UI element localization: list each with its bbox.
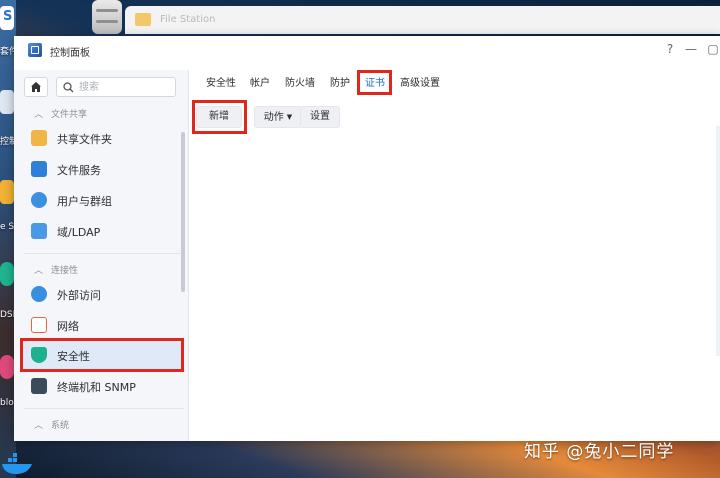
sidebar-item-network[interactable]: 网络 bbox=[20, 310, 182, 340]
sidebar-scrollbar[interactable] bbox=[181, 132, 185, 292]
dsm-app-icon[interactable] bbox=[0, 262, 14, 286]
control-panel-desktop-icon[interactable] bbox=[0, 90, 14, 114]
section-label: 连接性 bbox=[51, 266, 79, 276]
home-button[interactable] bbox=[24, 77, 48, 97]
settings-button[interactable]: 设置 bbox=[300, 106, 340, 128]
sidebar-item-label: 安全性 bbox=[57, 350, 90, 363]
sidebar-item-label: 共享文件夹 bbox=[57, 133, 112, 146]
sidebar-item-label: 终端机和 SNMP bbox=[57, 381, 136, 394]
tab-security[interactable]: 安全性 bbox=[206, 74, 236, 89]
search-box[interactable] bbox=[56, 77, 176, 97]
chevron-up-icon: ︿ bbox=[34, 421, 44, 431]
maximize-button[interactable]: ▢ bbox=[706, 42, 720, 56]
chevron-up-icon: ︿ bbox=[34, 266, 44, 276]
section-divider bbox=[24, 253, 184, 254]
tab-firewall[interactable]: 防火墙 bbox=[285, 74, 315, 89]
docker-whale-icon bbox=[2, 453, 32, 474]
file-services-icon bbox=[31, 161, 47, 177]
file-station-title: File Station bbox=[160, 14, 216, 25]
shared-folder-icon bbox=[31, 130, 47, 146]
tab-account[interactable]: 帐户 bbox=[250, 74, 270, 89]
control-panel-icon bbox=[28, 43, 42, 57]
desktop-app-icon[interactable] bbox=[0, 180, 14, 204]
synology-package-icon[interactable]: S bbox=[0, 6, 14, 30]
storage-drum-icon bbox=[92, 0, 122, 34]
users-groups-icon bbox=[31, 192, 47, 208]
section-label: 文件共享 bbox=[51, 110, 88, 120]
security-shield-icon bbox=[31, 347, 47, 363]
add-button[interactable]: 新增 bbox=[196, 106, 242, 128]
minimize-button[interactable]: — bbox=[684, 42, 698, 56]
sidebar-item-label: 用户与群组 bbox=[57, 195, 112, 208]
sidebar-item-label: 域/LDAP bbox=[57, 226, 101, 239]
tab-certificate[interactable]: 证书 bbox=[365, 74, 385, 89]
sidebar-item-label: 网络 bbox=[57, 320, 79, 333]
domain-ldap-icon bbox=[31, 223, 47, 239]
search-icon bbox=[63, 82, 74, 93]
action-dropdown-button[interactable]: 动作 ▼ bbox=[254, 106, 302, 128]
section-label: 系统 bbox=[51, 421, 70, 431]
watermark-text: 知乎 @兔小二同学 bbox=[524, 442, 675, 462]
window-titlebar[interactable]: 控制面板 ? — ▢ bbox=[14, 36, 720, 64]
section-header-system[interactable]: ︿ 系统 bbox=[34, 418, 69, 431]
control-panel-window: 控制面板 ? — ▢ ︿ 文件共享 共享文件夹 文件服务 bbox=[14, 36, 720, 441]
blog-app-icon[interactable] bbox=[0, 355, 14, 379]
window-title: 控制面板 bbox=[50, 48, 90, 59]
content-scroll-edge bbox=[716, 126, 720, 356]
tab-advanced[interactable]: 高级设置 bbox=[400, 74, 440, 89]
caret-down-icon: ▼ bbox=[286, 113, 293, 121]
search-input[interactable] bbox=[79, 80, 171, 94]
folder-icon bbox=[135, 13, 151, 26]
tab-protection[interactable]: 防护 bbox=[330, 74, 350, 89]
chevron-up-icon: ︿ bbox=[34, 110, 44, 120]
network-icon bbox=[31, 317, 47, 333]
help-button[interactable]: ? bbox=[663, 42, 677, 56]
terminal-icon bbox=[31, 378, 47, 394]
sidebar: ︿ 文件共享 共享文件夹 文件服务 用户与群组 域/LDAP ︿ 连接性 外部访问 bbox=[14, 70, 189, 441]
sidebar-item-label: 外部访问 bbox=[57, 289, 101, 302]
sidebar-item-users-groups[interactable]: 用户与群组 bbox=[20, 185, 182, 215]
section-header-connectivity[interactable]: ︿ 连接性 bbox=[34, 263, 78, 276]
sidebar-item-domain-ldap[interactable]: 域/LDAP bbox=[20, 216, 182, 246]
section-header-file-sharing[interactable]: ︿ 文件共享 bbox=[34, 107, 87, 120]
sidebar-item-terminal-snmp[interactable]: 终端机和 SNMP bbox=[20, 371, 182, 401]
sidebar-item-file-services[interactable]: 文件服务 bbox=[20, 154, 182, 184]
sidebar-item-shared-folder[interactable]: 共享文件夹 bbox=[20, 123, 182, 153]
sidebar-item-external-access[interactable]: 外部访问 bbox=[20, 279, 182, 309]
file-station-window-bar[interactable]: File Station bbox=[125, 6, 720, 34]
sidebar-item-security[interactable]: 安全性 bbox=[20, 340, 182, 370]
external-access-icon bbox=[31, 286, 47, 302]
action-label: 动作 bbox=[263, 112, 284, 123]
section-divider bbox=[24, 408, 184, 409]
home-icon bbox=[31, 82, 41, 92]
desktop-label: e S bbox=[0, 222, 15, 232]
sidebar-item-label: 文件服务 bbox=[57, 164, 101, 177]
